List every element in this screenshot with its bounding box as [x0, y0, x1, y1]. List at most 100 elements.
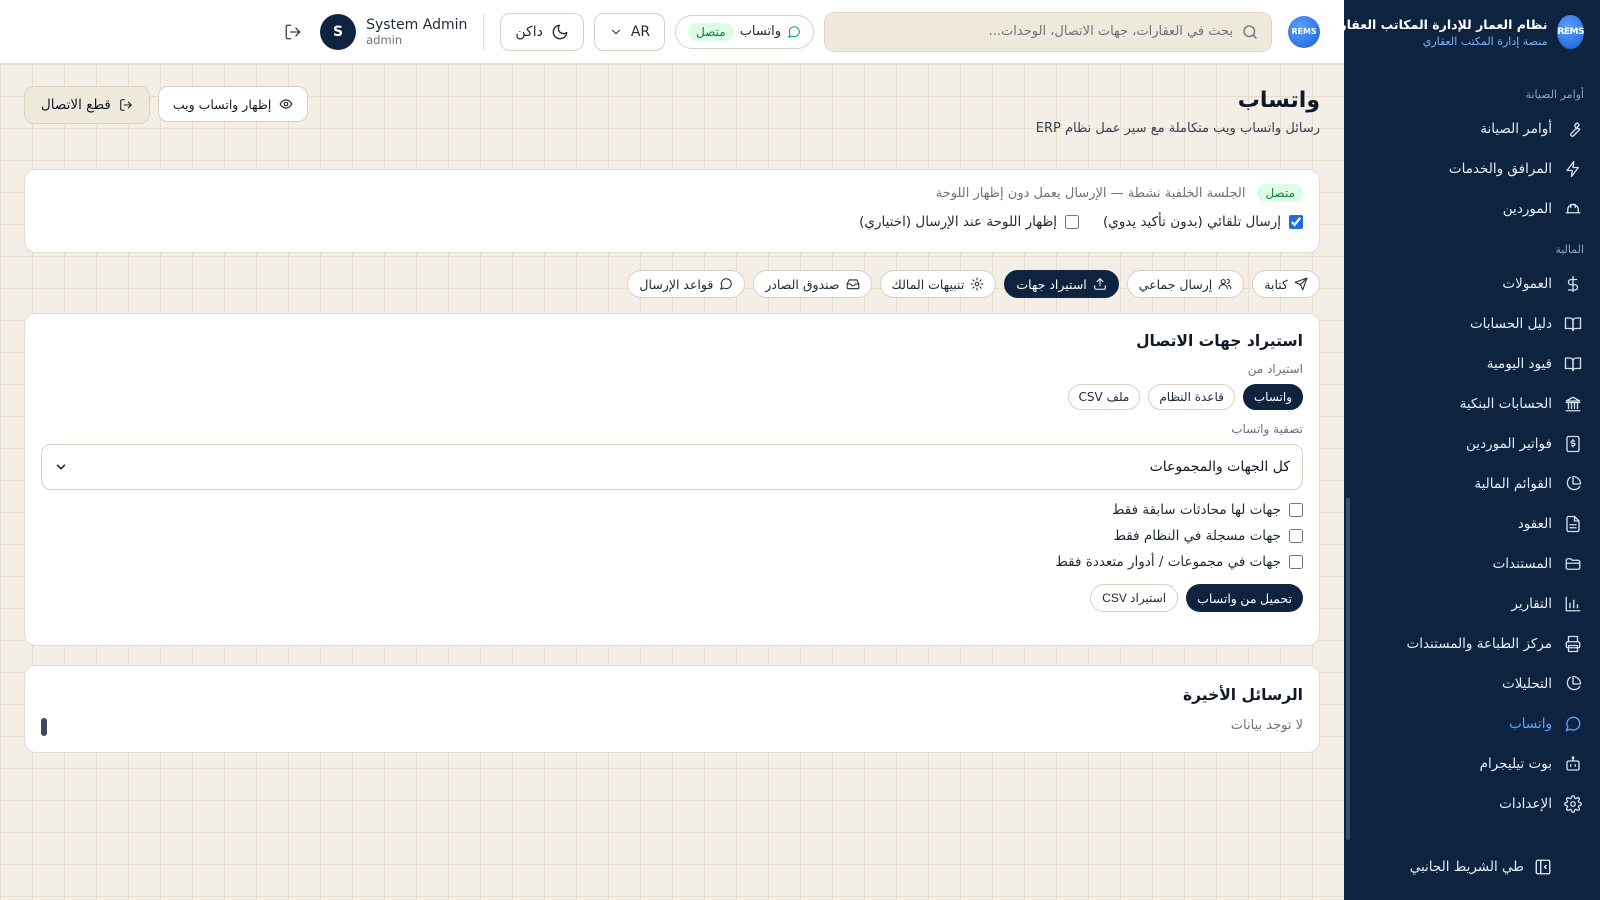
- brand-logo: REMS: [1557, 15, 1584, 49]
- theme-toggle-button[interactable]: داكن: [500, 12, 584, 51]
- book-icon: [1564, 315, 1582, 333]
- whatsapp-status-pill[interactable]: واتساب متصل: [675, 14, 814, 49]
- option-multi-groups[interactable]: جهات في مجموعات / أدوار متعددة فقط: [41, 554, 1303, 570]
- show-panel-checkbox[interactable]: [1064, 215, 1079, 229]
- sidebar-item-label: التحليلات: [1502, 676, 1552, 692]
- session-status-text: الجلسة الخلفية نشطة — الإرسال يعمل دون إ…: [935, 185, 1246, 201]
- sidebar-item-bank-accounts[interactable]: الحسابات البنكية: [1344, 384, 1600, 424]
- session-status-card: متصل الجلسة الخلفية نشطة — الإرسال يعمل …: [24, 169, 1320, 253]
- header-logo[interactable]: REMS: [1288, 15, 1320, 48]
- upload-icon: [1093, 277, 1107, 291]
- sidebar-item-utilities[interactable]: المرافق والخدمات: [1344, 149, 1600, 189]
- user-menu[interactable]: System Admin admin S: [320, 13, 467, 50]
- top-header: REMS واتساب متصل AR داكن System Admin ad…: [0, 0, 1344, 64]
- sidebar-nav: أوامر الصيانة أوامر الصيانة المرافق والخ…: [1344, 64, 1600, 824]
- brand-title: نظام العمار للإدارة المكاتب العقارية: [1327, 16, 1548, 32]
- option-prior-chats[interactable]: جهات لها محادثات سابقة فقط: [41, 502, 1303, 518]
- section-title: الرسائل الأخيرة: [1182, 686, 1303, 704]
- sidebar-item-contracts[interactable]: العقود: [1344, 504, 1600, 544]
- whatsapp-icon: [1564, 715, 1582, 733]
- whatsapp-tabs: كتابة إرسال جماعي استيراد جهات تنبيهات ا…: [627, 270, 1320, 298]
- import-csv-button[interactable]: استيراد CSV: [1090, 584, 1179, 612]
- whatsapp-filter-select[interactable]: كل الجهات والمجموعات: [41, 444, 1303, 490]
- tab-label: كتابة: [1264, 276, 1288, 292]
- gear-icon: [970, 277, 984, 291]
- sidebar-item-telegram-bot[interactable]: بوت تيليجرام: [1344, 744, 1600, 784]
- disconnect-button[interactable]: قطع الاتصال: [24, 86, 150, 124]
- nav-section-maintenance: أوامر الصيانة: [1525, 88, 1584, 101]
- logout-button[interactable]: [284, 23, 302, 41]
- sidebar-item-financial-statements[interactable]: القوائم المالية: [1344, 464, 1600, 504]
- sidebar: REMS نظام العمار للإدارة المكاتب العقاري…: [1327, 0, 1600, 900]
- whatsapp-filter-label: تصفية واتساب: [1231, 422, 1303, 436]
- option-registered-only[interactable]: جهات مسجلة في النظام فقط: [41, 528, 1303, 544]
- sidebar-item-label: الإعدادات: [1499, 796, 1552, 812]
- search-bar[interactable]: [824, 11, 1272, 52]
- sidebar-item-journal-entries[interactable]: قيود اليومية: [1344, 344, 1600, 384]
- sidebar-item-commissions[interactable]: العمولات: [1344, 264, 1600, 304]
- sidebar-item-whatsapp[interactable]: واتساب: [1344, 704, 1600, 744]
- sidebar-item-label: أوامر الصيانة: [1480, 121, 1552, 137]
- source-whatsapp-button[interactable]: واتساب: [1242, 384, 1303, 410]
- auto-send-checkbox[interactable]: [1289, 215, 1303, 229]
- sidebar-item-settings[interactable]: الإعدادات: [1344, 784, 1600, 824]
- pie-icon: [1564, 675, 1582, 693]
- option-label: جهات لها محادثات سابقة فقط: [1111, 502, 1281, 518]
- sidebar-collapse-icon: [1534, 858, 1552, 876]
- prior-chats-checkbox[interactable]: [1289, 503, 1303, 517]
- tab-label: قواعد الإرسال: [639, 276, 714, 292]
- tab-send-rules[interactable]: قواعد الإرسال: [627, 270, 746, 298]
- book-icon: [1564, 355, 1582, 373]
- page-title: واتساب: [1237, 88, 1320, 113]
- tab-import-contacts[interactable]: استيراد جهات: [1004, 270, 1119, 298]
- page-header: واتساب رسائل واتساب ويب متكاملة مع سير ع…: [1036, 88, 1320, 136]
- sidebar-item-analytics[interactable]: التحليلات: [1344, 664, 1600, 704]
- messages-scrollbar[interactable]: [41, 718, 47, 736]
- show-panel-option[interactable]: إظهار اللوحة عند الإرسال (اختياري): [859, 214, 1079, 230]
- auto-send-option[interactable]: إرسال تلقائي (بدون تأكيد يدوي): [1103, 214, 1303, 230]
- sidebar-item-label: القوائم المالية: [1474, 476, 1552, 492]
- disconnect-label: قطع الاتصال: [41, 97, 111, 113]
- sidebar-item-documents[interactable]: المستندات: [1344, 544, 1600, 584]
- tab-bulk-send[interactable]: إرسال جماعي: [1126, 270, 1245, 298]
- tab-outbox[interactable]: صندوق الصادر: [753, 270, 872, 298]
- filter-value: كل الجهات والمجموعات: [1149, 459, 1290, 475]
- show-panel-label: إظهار اللوحة عند الإرسال (اختياري): [859, 214, 1057, 230]
- sidebar-item-label: دليل الحسابات: [1469, 316, 1552, 332]
- tab-label: صندوق الصادر: [765, 276, 840, 292]
- option-label: جهات مسجلة في النظام فقط: [1113, 528, 1281, 544]
- page-actions: قطع الاتصال إظهار واتساب ويب: [24, 86, 309, 124]
- tab-compose[interactable]: كتابة: [1252, 270, 1320, 298]
- import-source-selector: واتساب قاعدة النظام ملف CSV: [41, 384, 1303, 410]
- sidebar-item-chart-of-accounts[interactable]: دليل الحسابات: [1344, 304, 1600, 344]
- inbox-icon: [846, 277, 860, 291]
- sidebar-item-vendor-invoices[interactable]: فواتير الموردين: [1344, 424, 1600, 464]
- registered-only-checkbox[interactable]: [1289, 529, 1303, 543]
- language-selector[interactable]: AR: [593, 12, 666, 51]
- source-csv-button[interactable]: ملف CSV: [1067, 384, 1141, 410]
- tab-label: تنبيهات المالك: [891, 276, 965, 292]
- sidebar-item-label: فواتير الموردين: [1466, 436, 1552, 452]
- sidebar-scrollbar[interactable]: [1346, 498, 1350, 840]
- users-icon: [1218, 277, 1232, 291]
- sidebar-item-label: بوت تيليجرام: [1479, 756, 1552, 772]
- tab-label: إرسال جماعي: [1138, 276, 1213, 292]
- brand: REMS نظام العمار للإدارة المكاتب العقاري…: [1327, 0, 1600, 64]
- connection-status-badge: متصل: [688, 22, 734, 41]
- search-input[interactable]: [853, 24, 1233, 39]
- collapse-sidebar-button[interactable]: طي الشريط الجانبي: [1344, 858, 1600, 876]
- multi-groups-checkbox[interactable]: [1289, 555, 1303, 569]
- chevron-down-icon: [54, 460, 68, 474]
- nav-section-finance: المالية: [1555, 243, 1584, 256]
- sidebar-item-label: قيود اليومية: [1486, 356, 1552, 372]
- chevron-down-icon: [609, 25, 623, 39]
- load-from-whatsapp-button[interactable]: تحميل من واتساب: [1186, 584, 1303, 612]
- source-system-db-button[interactable]: قاعدة النظام: [1148, 384, 1235, 410]
- show-whatsapp-web-button[interactable]: إظهار واتساب ويب: [157, 86, 309, 122]
- sidebar-item-vendors[interactable]: الموردين: [1344, 189, 1600, 229]
- sidebar-item-print-center[interactable]: مركز الطباعة والمستندات: [1344, 624, 1600, 664]
- sidebar-item-reports[interactable]: التقارير: [1344, 584, 1600, 624]
- tab-owner-alerts[interactable]: تنبيهات المالك: [879, 270, 997, 298]
- logout-icon: [284, 23, 302, 41]
- sidebar-item-maintenance-orders[interactable]: أوامر الصيانة: [1344, 109, 1600, 149]
